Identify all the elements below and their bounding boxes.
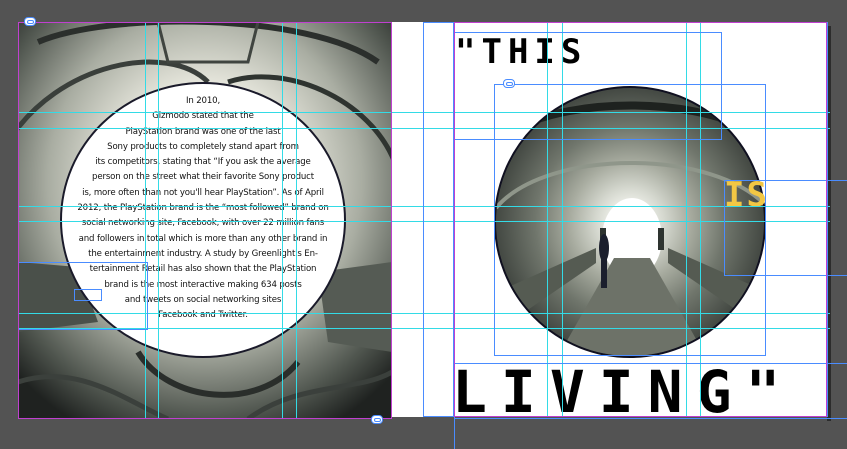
gutter-frame-outline[interactable] — [423, 22, 454, 417]
page-edge-line — [827, 22, 828, 417]
selected-photo-frame[interactable] — [18, 22, 392, 419]
link-icon[interactable] — [371, 415, 383, 424]
link-icon[interactable] — [24, 17, 36, 26]
link-icon[interactable] — [503, 79, 515, 88]
